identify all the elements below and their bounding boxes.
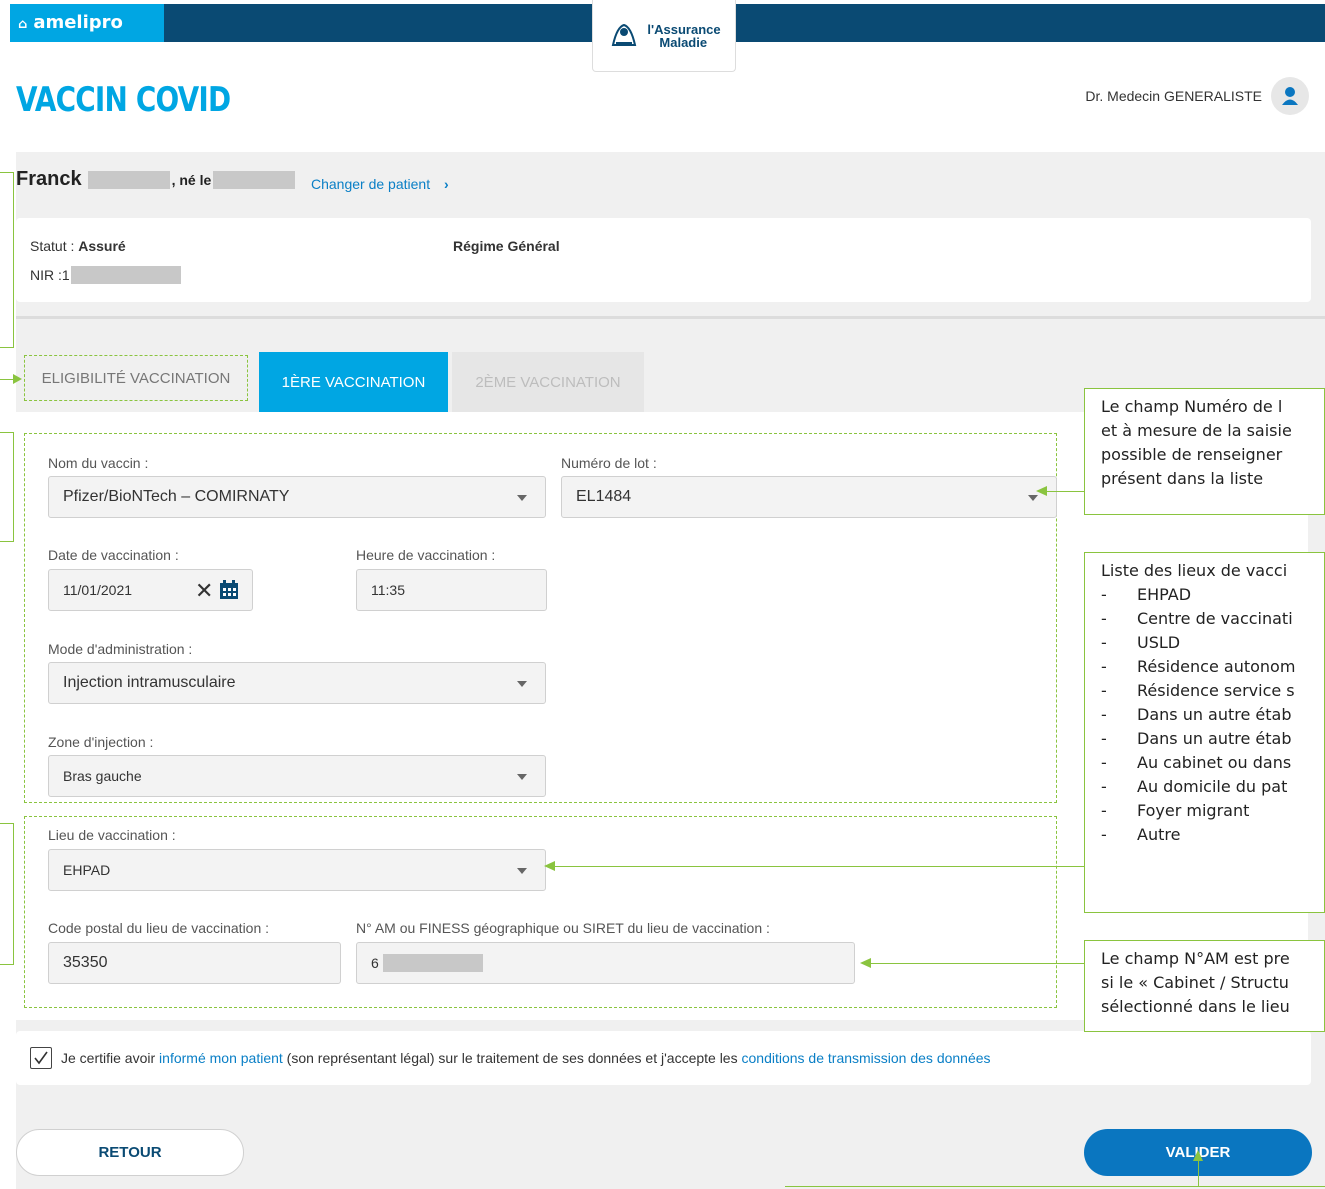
mode-label: Mode d'administration : (48, 641, 193, 657)
dropdown-caret-icon (517, 774, 527, 780)
doctor-name: Dr. Medecin GENERALISTE (1085, 88, 1262, 104)
list-item: Résidence autonom (1101, 655, 1324, 679)
zone-select[interactable]: Bras gauche (48, 755, 546, 797)
list-item: Résidence service s (1101, 679, 1324, 703)
annotation-bracket (0, 432, 14, 542)
calendar-icon[interactable] (219, 580, 239, 600)
annotation-arrowhead (544, 861, 555, 871)
list-item: Autre (1101, 823, 1324, 847)
divider (16, 316, 1325, 319)
list-item: Centre de vaccinati (1101, 607, 1324, 631)
chevron-right-icon: › (443, 176, 449, 192)
nam-annotation: Le champ N°AM est pre si le « Cabinet / … (1084, 940, 1325, 1032)
vaccine-label: Nom du vaccin : (48, 455, 149, 471)
dropdown-caret-icon (517, 868, 527, 874)
vaccine-select[interactable]: Pfizer/BioNTech – COMIRNATY (48, 476, 546, 518)
time-input[interactable]: 11:35 (356, 569, 547, 611)
postal-code-label: Code postal du lieu de vaccination : (48, 920, 270, 936)
lieux-list: EHPAD Centre de vaccinati USLD Résidence… (1101, 583, 1324, 847)
tab-eligibilite[interactable]: ELIGIBILITÉ VACCINATION (24, 355, 248, 401)
mode-select[interactable]: Injection intramusculaire (48, 662, 546, 704)
informed-patient-link[interactable]: informé mon patient (159, 1050, 283, 1066)
home-icon: ⌂ (18, 17, 28, 32)
lieux-annotation: Liste des lieux de vacci EHPAD Centre de… (1084, 552, 1325, 913)
time-label: Heure de vaccination : (356, 547, 496, 563)
lieu-select[interactable]: EHPAD (48, 849, 546, 891)
date-label: Date de vaccination : (48, 547, 179, 563)
annotation-arrowhead (860, 958, 871, 968)
assurance-maladie-emblem-icon (612, 23, 637, 46)
am-finess-input[interactable]: 6 (356, 942, 855, 984)
consent-bar: Je certifie avoir informé mon patient (s… (16, 1031, 1311, 1085)
list-item: Dans un autre étab (1101, 703, 1324, 727)
postal-code-input[interactable]: 35350 (48, 942, 341, 984)
redacted-nir (70, 266, 181, 284)
retour-button[interactable]: RETOUR (16, 1129, 244, 1176)
annotation-arrow (1198, 1160, 1199, 1186)
annotation-bracket (0, 172, 14, 348)
list-item: Au domicile du pat (1101, 775, 1324, 799)
checkmark-icon (34, 1051, 48, 1065)
clear-icon[interactable]: ✕ (195, 578, 213, 604)
annotation-arrowhead (1193, 1150, 1203, 1161)
status-line: Statut : Assuré (30, 238, 126, 254)
am-finess-label: N° AM ou FINESS géographique ou SIRET du… (356, 920, 770, 936)
zone-label: Zone d'injection : (48, 734, 154, 750)
user-icon (1282, 87, 1298, 105)
annotation-arrow (1046, 491, 1084, 492)
brand-name: amelipro (33, 12, 123, 33)
redacted-birth-date (213, 170, 296, 189)
brand-logo[interactable]: ⌂ amelipro (10, 4, 164, 42)
annotation-arrow (0, 379, 14, 380)
list-item: Au cabinet ou dans (1101, 751, 1324, 775)
regime: Régime Général (453, 238, 560, 254)
patient-header: Franck , né le (16, 168, 296, 191)
redacted-last-name (87, 170, 170, 189)
date-input[interactable]: 11/01/2021 ✕ (48, 569, 253, 611)
patient-first-name: Franck (16, 168, 82, 190)
nir-line: NIR : 1 (30, 266, 181, 284)
list-item: USLD (1101, 631, 1324, 655)
lot-select[interactable]: EL1484 (561, 476, 1057, 518)
assurance-maladie-wordmark: l'Assurance Maladie (647, 21, 721, 50)
list-item: Foyer migrant (1101, 799, 1324, 823)
list-item: EHPAD (1101, 583, 1324, 607)
annotation-arrow (555, 866, 1084, 867)
tab-deuxieme-vaccination: 2ÈME VACCINATION (452, 352, 644, 412)
page-title: VACCIN COVID (16, 80, 231, 120)
dropdown-caret-icon (517, 681, 527, 687)
tab-premiere-vaccination[interactable]: 1ÈRE VACCINATION (259, 352, 448, 412)
lot-annotation: Le champ Numéro de l et à mesure de la s… (1084, 388, 1325, 515)
redacted-am (382, 954, 483, 972)
transmission-conditions-link[interactable]: conditions de transmission des données (742, 1050, 991, 1066)
list-item: Dans un autre étab (1101, 727, 1324, 751)
born-label: , né le (171, 171, 212, 188)
consent-checkbox[interactable] (30, 1047, 52, 1069)
change-patient-link[interactable]: Changer de patient › (311, 176, 449, 192)
annotation-arrowhead (13, 374, 22, 384)
annotation-arrow (871, 963, 1084, 964)
lieu-label: Lieu de vaccination : (48, 827, 176, 843)
dropdown-caret-icon (517, 495, 527, 501)
annotation-bracket (0, 823, 14, 965)
avatar[interactable] (1271, 77, 1309, 115)
assurance-maladie-logo: l'Assurance Maladie (592, 0, 736, 72)
lot-label: Numéro de lot : (561, 455, 657, 471)
annotation-arrowhead (1036, 486, 1047, 496)
patient-status-card: Statut : Assuré NIR : 1 Régime Général (16, 218, 1311, 302)
annotation-arrow (785, 1186, 1325, 1187)
